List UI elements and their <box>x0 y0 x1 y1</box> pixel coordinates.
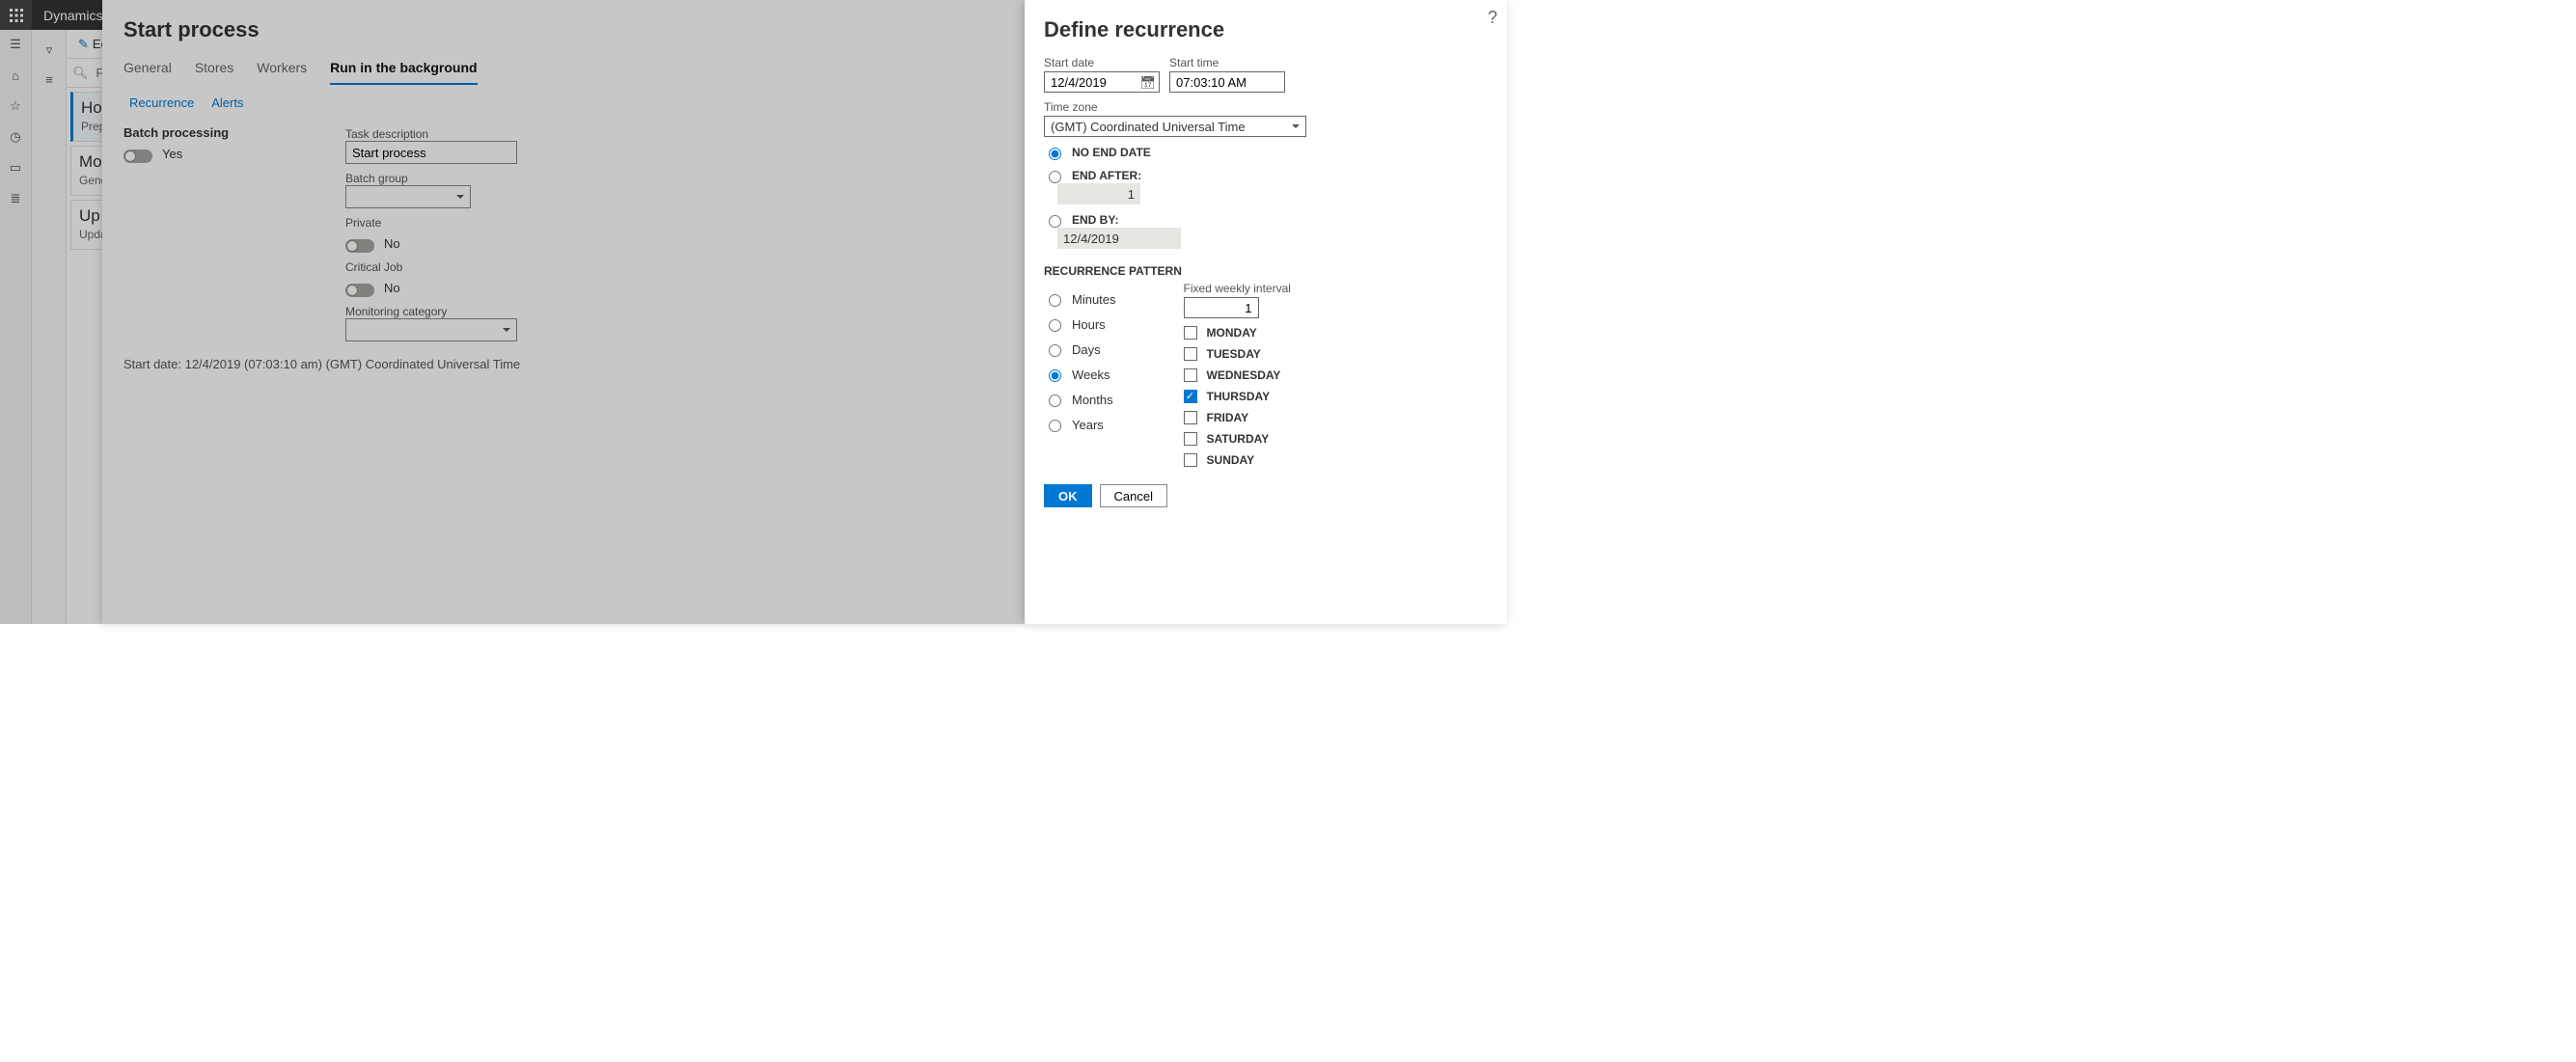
unit-days-radio[interactable] <box>1049 344 1061 357</box>
unit-months-label: Months <box>1072 393 1113 407</box>
end-after-value <box>1057 183 1140 204</box>
sunday-label: SUNDAY <box>1207 453 1255 467</box>
ok-button[interactable]: OK <box>1044 484 1092 507</box>
unit-weeks-radio[interactable] <box>1049 369 1061 382</box>
start-time-input[interactable] <box>1169 71 1285 93</box>
unit-hours-radio[interactable] <box>1049 319 1061 332</box>
saturday-label: SATURDAY <box>1207 432 1270 446</box>
end-after-label: END AFTER: <box>1072 169 1141 182</box>
app-root: Dynamics ☰ ⌂ ☆ ◷ ▭ ≣ ▿ ≡ ✎ Edit + 🔍︎ Ho <box>0 0 1507 624</box>
unit-minutes-radio[interactable] <box>1049 294 1061 307</box>
timezone-label: Time zone <box>1044 100 1488 114</box>
saturday-checkbox[interactable] <box>1184 432 1197 446</box>
unit-years-label: Years <box>1072 418 1104 432</box>
define-recurrence-dialog: ? Define recurrence Start date 📅︎ Start … <box>1025 0 1507 624</box>
interval-label: Fixed weekly interval <box>1184 282 1291 295</box>
help-icon[interactable]: ? <box>1488 8 1497 28</box>
sunday-checkbox[interactable] <box>1184 453 1197 467</box>
pattern-heading: RECURRENCE PATTERN <box>1044 264 1488 278</box>
unit-years-radio[interactable] <box>1049 420 1061 432</box>
end-by-radio[interactable] <box>1049 215 1061 228</box>
unit-minutes-label: Minutes <box>1072 292 1116 307</box>
start-time-label: Start time <box>1169 56 1285 69</box>
tuesday-checkbox[interactable] <box>1184 347 1197 361</box>
cancel-button[interactable]: Cancel <box>1100 484 1167 507</box>
no-end-date-radio[interactable] <box>1049 148 1061 160</box>
monday-checkbox[interactable] <box>1184 326 1197 340</box>
unit-hours-label: Hours <box>1072 317 1106 332</box>
unit-days-label: Days <box>1072 342 1101 357</box>
unit-weeks-label: Weeks <box>1072 368 1110 382</box>
timezone-value: (GMT) Coordinated Universal Time <box>1051 120 1246 134</box>
thursday-checkbox[interactable] <box>1184 390 1197 403</box>
monday-label: MONDAY <box>1207 326 1257 340</box>
no-end-date-label: NO END DATE <box>1072 146 1151 159</box>
thursday-label: THURSDAY <box>1207 390 1271 403</box>
recurrence-title: Define recurrence <box>1044 17 1488 42</box>
calendar-icon[interactable]: 📅︎ <box>1139 75 1156 91</box>
start-date-label: Start date <box>1044 56 1160 69</box>
friday-checkbox[interactable] <box>1184 411 1197 424</box>
friday-label: FRIDAY <box>1207 411 1249 424</box>
end-by-value <box>1057 228 1181 249</box>
unit-months-radio[interactable] <box>1049 395 1061 407</box>
end-after-radio[interactable] <box>1049 171 1061 183</box>
wednesday-checkbox[interactable] <box>1184 368 1197 382</box>
timezone-select[interactable]: (GMT) Coordinated Universal Time <box>1044 116 1306 137</box>
modal-scrim <box>0 0 1025 624</box>
interval-input[interactable] <box>1184 297 1259 318</box>
tuesday-label: TUESDAY <box>1207 347 1261 361</box>
wednesday-label: WEDNESDAY <box>1207 368 1281 382</box>
end-by-label: END BY: <box>1072 213 1118 227</box>
